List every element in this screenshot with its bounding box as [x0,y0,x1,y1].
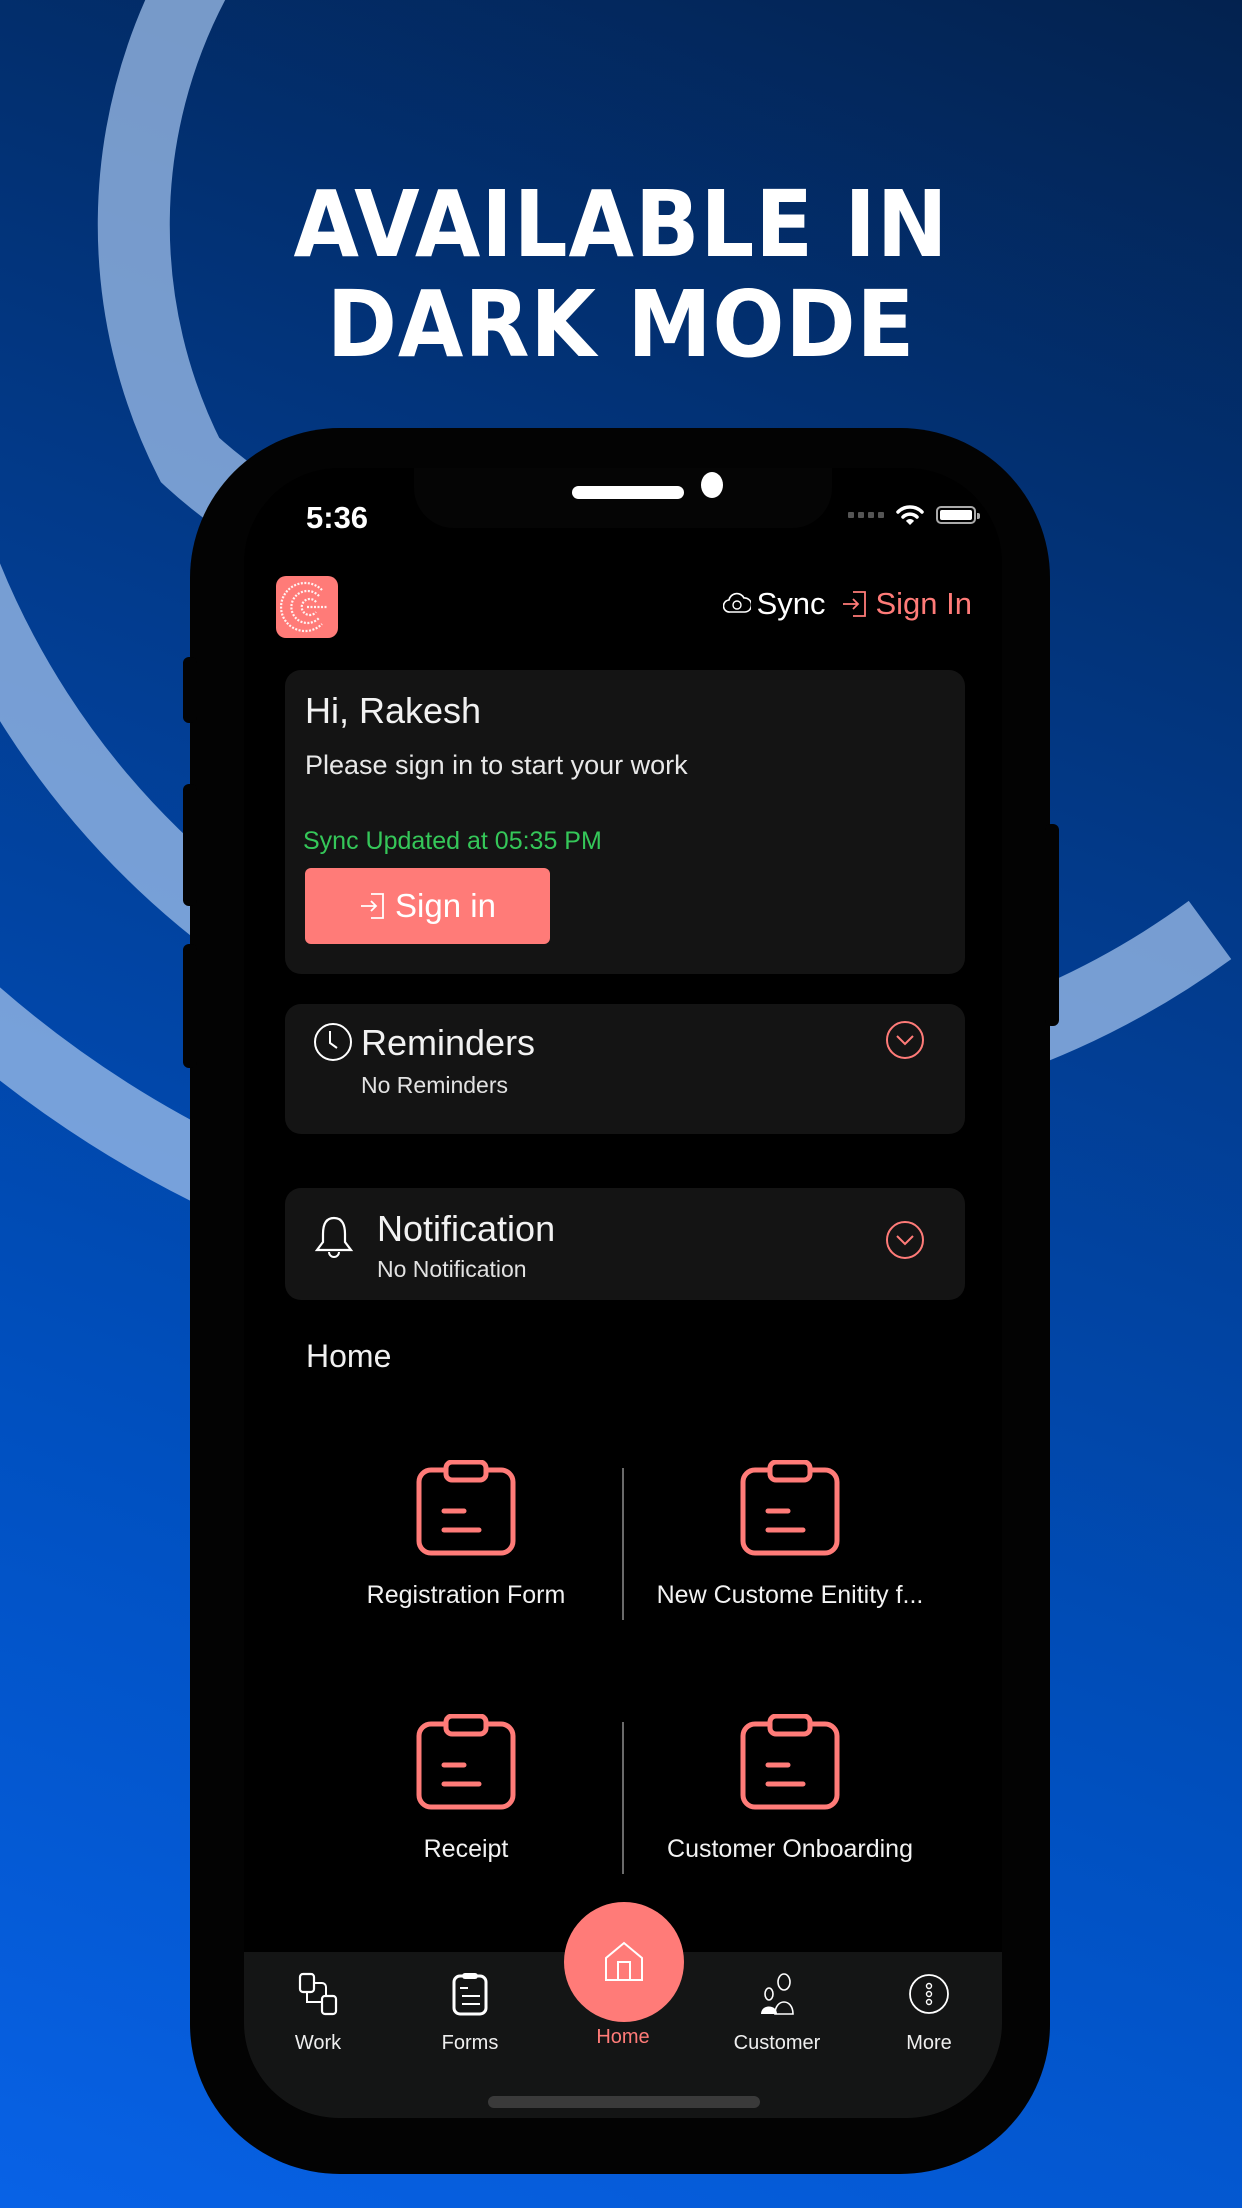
notification-title: Notification [377,1208,556,1249]
home-icon [605,1941,643,1981]
notification-card[interactable]: Notification No Notification [285,1188,965,1300]
reminders-title: Reminders [361,1022,536,1063]
home-item-receipt[interactable]: Receipt [306,1713,626,1864]
reminders-subtitle: No Reminders [361,1072,508,1098]
expand-chevron-icon[interactable] [885,1020,925,1060]
tab-work[interactable]: Work [248,1972,388,2055]
clipboard-icon [740,1713,840,1810]
clipboard-icon [740,1459,840,1556]
customers-icon [761,1973,794,2015]
signin-label: Sign In [875,586,972,621]
more-icon [909,1974,949,2014]
header-actions: Sync Sign In [722,586,972,622]
tab-label: Work [294,2032,342,2054]
greeting: Hi, Rakesh [305,690,482,731]
headline-line-1: AVAILABLE IN [293,171,949,278]
notification-subtitle: No Notification [377,1256,527,1282]
speaker [572,486,684,499]
clock-icon [314,1023,352,1061]
signin-button-label: Sign in [395,887,496,924]
sync-button[interactable]: Sync [722,586,826,622]
home-item-label: Registration Form [366,1581,566,1609]
volume-up-button [183,784,197,906]
headline-line-2: DARK MODE [326,271,916,378]
bell-icon [314,1216,354,1258]
wifi-icon [896,505,924,525]
home-item-customer-onboarding[interactable]: Customer Onboarding [630,1713,950,1864]
tab-label: Home [596,2026,650,2048]
tab-label: Forms [441,2032,499,2054]
tab-customer[interactable]: Customer [707,1972,847,2055]
status-indicators [848,504,980,526]
signin-button[interactable]: Sign in [305,868,550,944]
app-logo [276,576,338,638]
home-indicator[interactable] [488,2096,760,2108]
forms-icon [452,1973,488,2016]
volume-down-button [183,944,197,1068]
grid-divider [622,1468,624,1620]
home-fab-button[interactable] [564,1902,684,2022]
tab-forms[interactable]: Forms [400,1972,540,2055]
tab-more[interactable]: More [859,1972,999,2055]
sync-label: Sync [756,586,826,621]
clipboard-icon [416,1459,516,1556]
tab-label: More [906,2032,952,2054]
front-camera [701,472,723,498]
cloud-sync-icon [722,592,751,613]
home-item-label: Customer Onboarding [667,1835,913,1863]
status-time: 5:36 [306,500,369,535]
expand-chevron-icon[interactable] [885,1220,925,1260]
grid-divider [622,1722,624,1874]
login-icon [361,893,384,919]
home-item-registration-form[interactable]: Registration Form [306,1459,626,1610]
battery-icon [936,506,980,524]
sync-status: Sync Updated at 05:35 PM [303,827,602,855]
home-item-label: Receipt [423,1835,509,1863]
workflow-icon [298,1972,338,2016]
home-section-title: Home [306,1338,392,1374]
mute-switch [183,657,197,723]
power-button [1045,824,1059,1026]
clipboard-icon [416,1713,516,1810]
welcome-card: Hi, Rakesh Please sign in to start your … [285,670,965,974]
signal-icon [848,512,884,518]
phone-screen: 5:36 Sync Sign In Hi, Rakesh Please sign… [244,468,1002,2118]
signin-prompt: Please sign in to start your work [305,750,688,780]
home-item-label: New Custome Enitity f... [656,1581,924,1609]
header-signin-button[interactable]: Sign In [841,586,972,622]
tab-label: Customer [733,2032,821,2054]
home-item-new-customer-entity[interactable]: New Custome Enitity f... [630,1459,950,1610]
reminders-card[interactable]: Reminders No Reminders [285,1004,965,1134]
login-icon [843,591,867,617]
app-logo-icon [279,581,328,633]
promo-headline: AVAILABLE IN DARK MODE [0,175,1242,375]
